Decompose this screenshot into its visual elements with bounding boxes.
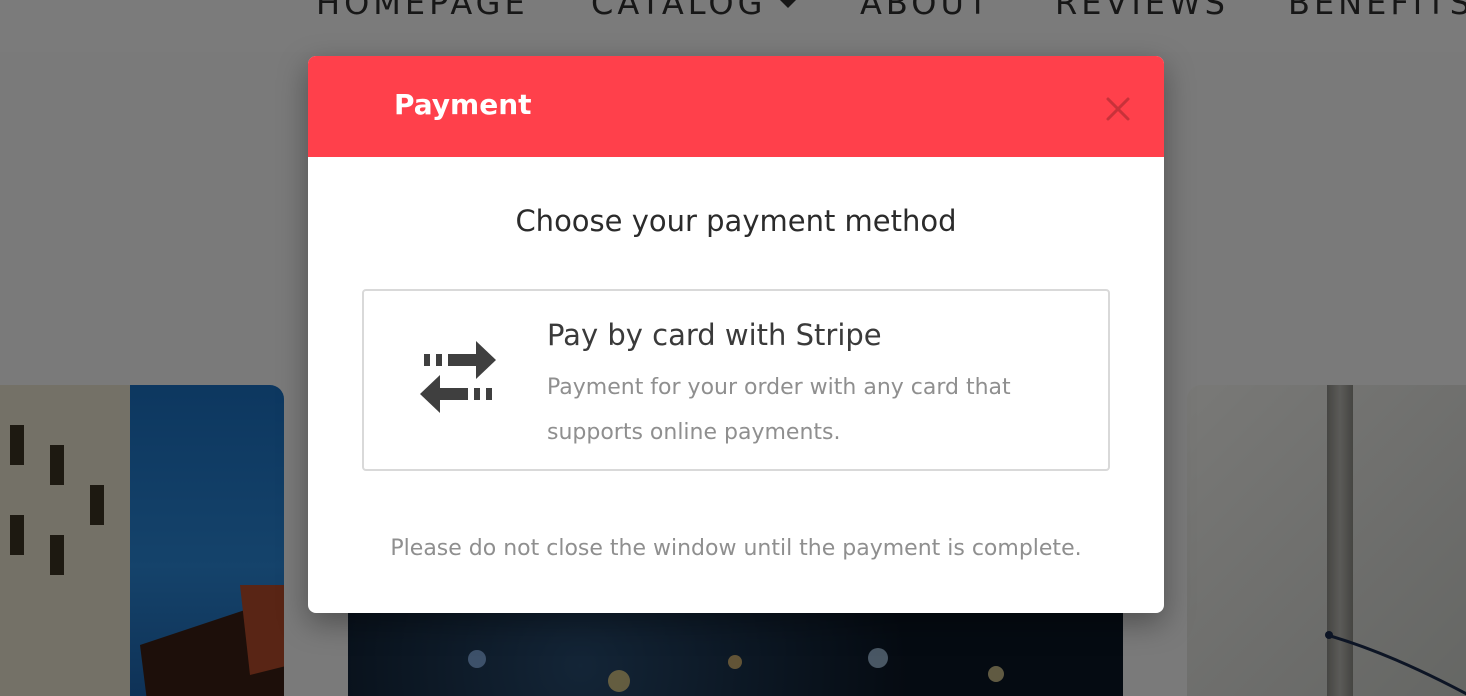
payment-note: Please do not close the window until the… [390,536,1082,561]
modal-title: Payment [394,88,532,121]
modal-header: Payment [308,56,1164,157]
transfer-arrows-icon [420,341,496,413]
payment-method-stripe[interactable]: Pay by card with Stripe Payment for your… [362,289,1110,471]
payment-method-description: Payment for your order with any card tha… [547,375,1011,445]
payment-method-title: Pay by card with Stripe [547,318,882,352]
modal-subtitle: Choose your payment method [515,204,957,238]
payment-modal: Payment Choose your payment method Pay b… [308,56,1164,613]
close-icon[interactable] [1103,94,1133,124]
